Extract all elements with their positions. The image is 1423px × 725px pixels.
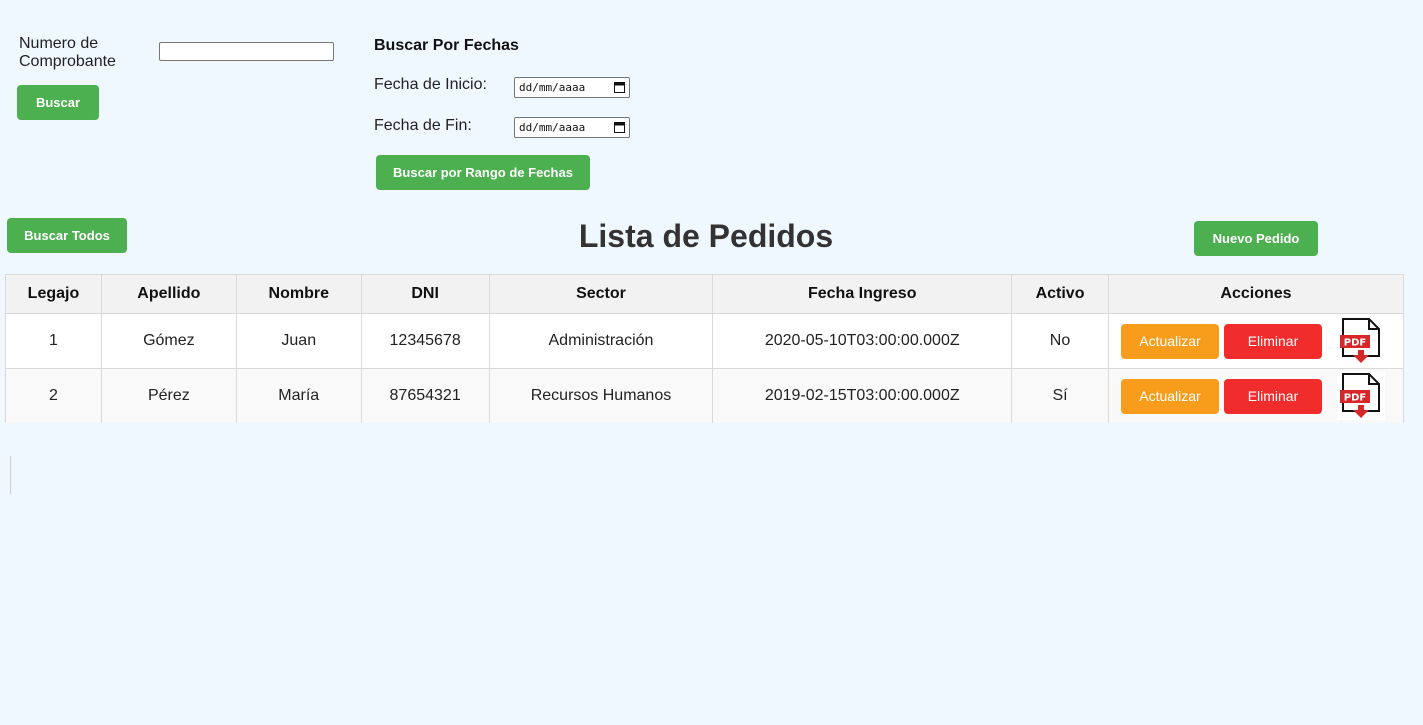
- cell-sector: Administración: [488, 313, 714, 369]
- cell-sector: Recursos Humanos: [488, 368, 714, 423]
- start-date-label: Fecha de Inicio:: [374, 76, 487, 93]
- table-header-row: Legajo Apellido Nombre DNI Sector Fecha …: [5, 274, 1405, 314]
- cell-fecha-ingreso: 2019-02-15T03:00:00.000Z: [712, 368, 1013, 423]
- comprobante-label: Numero de Comprobante: [19, 35, 116, 70]
- end-date-label: Fecha de Fin:: [374, 117, 472, 134]
- header-dni: DNI: [360, 274, 490, 314]
- cell-apellido: Pérez: [100, 368, 237, 423]
- cell-acciones: Actualizar Eliminar PDF: [1107, 368, 1405, 423]
- update-button[interactable]: Actualizar: [1120, 378, 1219, 414]
- header-fecha-ingreso: Fecha Ingreso: [712, 274, 1013, 314]
- nuevo-pedido-button[interactable]: Nuevo Pedido: [1194, 221, 1318, 256]
- table-row: 1 Gómez Juan 12345678 Administración 202…: [5, 313, 1405, 369]
- pdf-icon-text: PDF: [1344, 393, 1366, 404]
- calendar-icon[interactable]: [614, 81, 625, 93]
- delete-button[interactable]: Eliminar: [1223, 323, 1322, 359]
- cell-legajo: 2: [5, 368, 102, 423]
- cell-fecha-ingreso: 2020-05-10T03:00:00.000Z: [712, 313, 1013, 369]
- row-actions: Actualizar Eliminar PDF: [1109, 317, 1403, 365]
- date-search-title: Buscar Por Fechas: [374, 37, 519, 54]
- calendar-icon[interactable]: [614, 121, 625, 133]
- update-button[interactable]: Actualizar: [1120, 323, 1219, 359]
- cell-apellido: Gómez: [100, 313, 237, 369]
- end-date-input[interactable]: dd/mm/aaaa: [514, 117, 630, 138]
- delete-button[interactable]: Eliminar: [1223, 378, 1322, 414]
- cell-dni: 12345678: [360, 313, 490, 369]
- table-row: 2 Pérez María 87654321 Recursos Humanos …: [5, 368, 1405, 423]
- pdf-download-icon[interactable]: PDF: [1336, 317, 1385, 365]
- divider-line: [10, 456, 11, 494]
- cell-nombre: María: [235, 368, 362, 423]
- cell-nombre: Juan: [235, 313, 362, 369]
- cell-dni: 87654321: [360, 368, 490, 423]
- header-acciones: Acciones: [1107, 274, 1405, 314]
- pdf-icon-text: PDF: [1344, 338, 1366, 349]
- header-apellido: Apellido: [100, 274, 237, 314]
- cell-activo: Sí: [1011, 368, 1109, 423]
- cell-activo: No: [1011, 313, 1109, 369]
- pdf-download-icon[interactable]: PDF: [1336, 372, 1385, 420]
- search-date-range-button[interactable]: Buscar por Rango de Fechas: [376, 155, 590, 190]
- orders-table: Legajo Apellido Nombre DNI Sector Fecha …: [5, 274, 1405, 423]
- comprobante-input[interactable]: [159, 42, 334, 61]
- buscar-button[interactable]: Buscar: [17, 85, 99, 120]
- row-actions: Actualizar Eliminar PDF: [1109, 372, 1403, 420]
- cell-legajo: 1: [5, 313, 102, 369]
- header-activo: Activo: [1011, 274, 1109, 314]
- header-legajo: Legajo: [5, 274, 102, 314]
- start-date-value: dd/mm/aaaa: [519, 81, 586, 94]
- header-sector: Sector: [488, 274, 714, 314]
- header-nombre: Nombre: [235, 274, 362, 314]
- cell-acciones: Actualizar Eliminar PDF: [1107, 313, 1405, 369]
- start-date-input[interactable]: dd/mm/aaaa: [514, 77, 630, 98]
- end-date-value: dd/mm/aaaa: [519, 121, 586, 134]
